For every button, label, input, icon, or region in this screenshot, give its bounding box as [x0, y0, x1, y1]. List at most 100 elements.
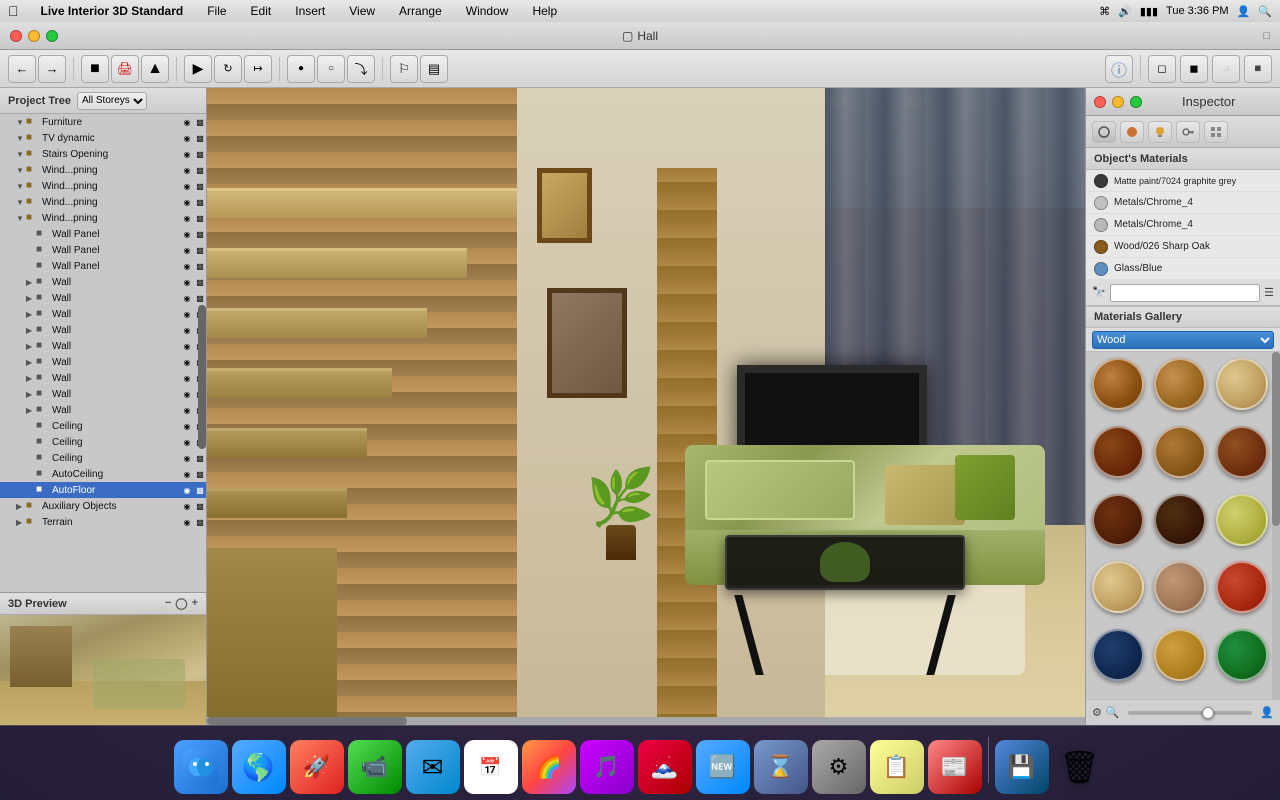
tree-item-wall7[interactable]: ▶ ■ Wall ◉▩ — [0, 370, 206, 386]
tree-item-wall6[interactable]: ▶ ■ Wall ◉▩ — [0, 354, 206, 370]
lock-icon[interactable]: ▩ — [194, 228, 206, 240]
arrow-tool[interactable]: ⤵ — [347, 55, 375, 83]
gallery-slider[interactable] — [1128, 711, 1253, 715]
gallery-swatch-1[interactable] — [1092, 358, 1144, 410]
print-btn[interactable]: 🖨 — [111, 55, 139, 83]
lock-icon[interactable]: ▩ — [194, 292, 206, 304]
tree-item-wall1[interactable]: ▶ ■ Wall ◉▩ — [0, 274, 206, 290]
tree-scroll[interactable]: ▼ ■ Furniture ◉▩ ▼ ■ TV dynamic ◉▩ ▼ ■ — [0, 114, 206, 592]
view4-btn[interactable]: ◾ — [1244, 55, 1272, 83]
menubar-edit[interactable]: Edit — [245, 4, 278, 18]
preview-controls[interactable]: − ◯ + — [165, 597, 198, 610]
eyedropper-tool[interactable]: 🔭 — [1092, 286, 1106, 299]
move-tool[interactable]: ↦ — [244, 55, 272, 83]
tree-item-wind1[interactable]: ▼ ■ Wind...pning ◉▩ — [0, 162, 206, 178]
dock-item-timemachine[interactable]: ⌛ — [754, 740, 808, 794]
gallery-swatch-15[interactable] — [1154, 629, 1206, 681]
info-button[interactable]: ⓘ — [1105, 55, 1133, 83]
gallery-swatch-10[interactable] — [1092, 561, 1144, 613]
dock-item-finder[interactable] — [174, 740, 228, 794]
visibility-icon[interactable]: ◉ — [181, 228, 193, 240]
dock-item-appstore[interactable]: 🆕 — [696, 740, 750, 794]
tree-item-wall9[interactable]: ▶ ■ Wall ◉▩ — [0, 402, 206, 418]
visibility-icon[interactable]: ◉ — [181, 148, 193, 160]
visibility-icon[interactable]: ◉ — [181, 324, 193, 336]
gallery-swatch-3[interactable] — [1216, 358, 1268, 410]
gallery-swatch-16[interactable] — [1216, 629, 1268, 681]
gallery-swatch-8[interactable] — [1154, 494, 1206, 546]
tree-item-autoceiling[interactable]: ■ AutoCeiling ◉▩ — [0, 466, 206, 482]
lock-icon[interactable]: ▩ — [194, 500, 206, 512]
visibility-icon[interactable]: ◉ — [181, 388, 193, 400]
tree-item-wall3[interactable]: ▶ ■ Wall ◉▩ — [0, 306, 206, 322]
menubar-app[interactable]: Live Interior 3D Standard — [35, 4, 190, 18]
tree-item-wind4[interactable]: ▼ ■ Wind...pning ◉▩ — [0, 210, 206, 226]
gallery-swatch-9[interactable] — [1216, 494, 1268, 546]
menubar-help[interactable]: Help — [526, 4, 563, 18]
menubar-window[interactable]: Window — [460, 4, 515, 18]
dock-item-photos[interactable]: 🌈 — [522, 740, 576, 794]
tree-item-furniture[interactable]: ▼ ■ Furniture ◉▩ — [0, 114, 206, 130]
tree-item-wallpanel1[interactable]: ■ Wall Panel ◉▩ — [0, 226, 206, 242]
tree-item-stairs[interactable]: ▼ ■ Stairs Opening ◉▩ — [0, 146, 206, 162]
visibility-icon[interactable]: ◉ — [181, 308, 193, 320]
visibility-icon[interactable]: ◉ — [181, 164, 193, 176]
gallery-swatch-7[interactable] — [1092, 494, 1144, 546]
tree-item-ceiling2[interactable]: ■ Ceiling ◉▩ — [0, 434, 206, 450]
window-controls[interactable] — [10, 30, 58, 42]
dock-item-safari[interactable]: 🌎 — [232, 740, 286, 794]
visibility-icon[interactable]: ◉ — [181, 516, 193, 528]
dock-item-syspref[interactable]: ⚙ — [812, 740, 866, 794]
inspector-tab-bulb[interactable] — [1148, 121, 1172, 143]
visibility-icon[interactable]: ◉ — [181, 292, 193, 304]
dot-tool[interactable]: ● — [287, 55, 315, 83]
gallery-swatch-6[interactable] — [1216, 426, 1268, 478]
lock-icon[interactable]: ▩ — [194, 164, 206, 176]
project-btn[interactable]: ■ — [81, 55, 109, 83]
apple-menu[interactable]:  — [8, 3, 19, 19]
inspector-max-button[interactable] — [1130, 96, 1142, 108]
dock-item-mail[interactable]: ✉ — [406, 740, 460, 794]
lock-icon[interactable]: ▩ — [194, 452, 206, 464]
tree-item-auxiliary[interactable]: ▶ ■ Auxiliary Objects ◉▩ — [0, 498, 206, 514]
gallery-swatch-4[interactable] — [1092, 426, 1144, 478]
lock-icon[interactable]: ▩ — [194, 468, 206, 480]
tree-item-wallpanel2[interactable]: ■ Wall Panel ◉▩ — [0, 242, 206, 258]
visibility-icon[interactable]: ◉ — [181, 132, 193, 144]
lock-icon[interactable]: ▩ — [194, 196, 206, 208]
visibility-icon[interactable]: ◉ — [181, 484, 193, 496]
tree-item-wind3[interactable]: ▼ ■ Wind...pning ◉▩ — [0, 194, 206, 210]
visibility-icon[interactable]: ◉ — [181, 372, 193, 384]
material-item-2[interactable]: Metals/Chrome_4 — [1086, 192, 1280, 214]
visibility-icon[interactable]: ◉ — [181, 420, 193, 432]
tree-scrollbar[interactable] — [198, 305, 206, 448]
view3-btn[interactable]: ◽ — [1212, 55, 1240, 83]
close-button[interactable] — [10, 30, 22, 42]
gallery-scrollbar[interactable] — [1272, 352, 1280, 699]
visibility-icon[interactable]: ◉ — [181, 180, 193, 192]
gallery-zoom-out-btn[interactable]: 🔍 — [1106, 706, 1120, 719]
inspector-window-controls[interactable] — [1094, 96, 1142, 108]
lock-icon[interactable]: ▩ — [194, 516, 206, 528]
lock-icon[interactable]: ▩ — [194, 148, 206, 160]
tree-item-ceiling3[interactable]: ■ Ceiling ◉▩ — [0, 450, 206, 466]
dock-item-launchpad[interactable]: 🚀 — [290, 740, 344, 794]
inspector-tab-key[interactable] — [1176, 121, 1200, 143]
tree-item-wall8[interactable]: ▶ ■ Wall ◉▩ — [0, 386, 206, 402]
material-item-3[interactable]: Metals/Chrome_4 — [1086, 214, 1280, 236]
viewport-scrollbar-thumb[interactable] — [207, 717, 407, 725]
dock-item-trash[interactable]: 🗑 — [1053, 740, 1107, 794]
lock-icon[interactable]: ▩ — [194, 244, 206, 256]
material-item-5[interactable]: Glass/Blue — [1086, 258, 1280, 280]
lock-icon[interactable]: ▩ — [194, 116, 206, 128]
gallery-swatch-12[interactable] — [1216, 561, 1268, 613]
inspector-tab-grid[interactable] — [1204, 121, 1228, 143]
select-tool[interactable]: ▶ — [184, 55, 212, 83]
viewport-scrollbar[interactable] — [207, 717, 1085, 725]
menubar-view[interactable]: View — [343, 4, 381, 18]
view1-btn[interactable]: ◻ — [1148, 55, 1176, 83]
tree-item-wind2[interactable]: ▼ ■ Wind...pning ◉▩ — [0, 178, 206, 194]
visibility-icon[interactable]: ◉ — [181, 356, 193, 368]
inspector-tab-sphere[interactable] — [1120, 121, 1144, 143]
dock-item-calendar[interactable]: 📅 — [464, 740, 518, 794]
